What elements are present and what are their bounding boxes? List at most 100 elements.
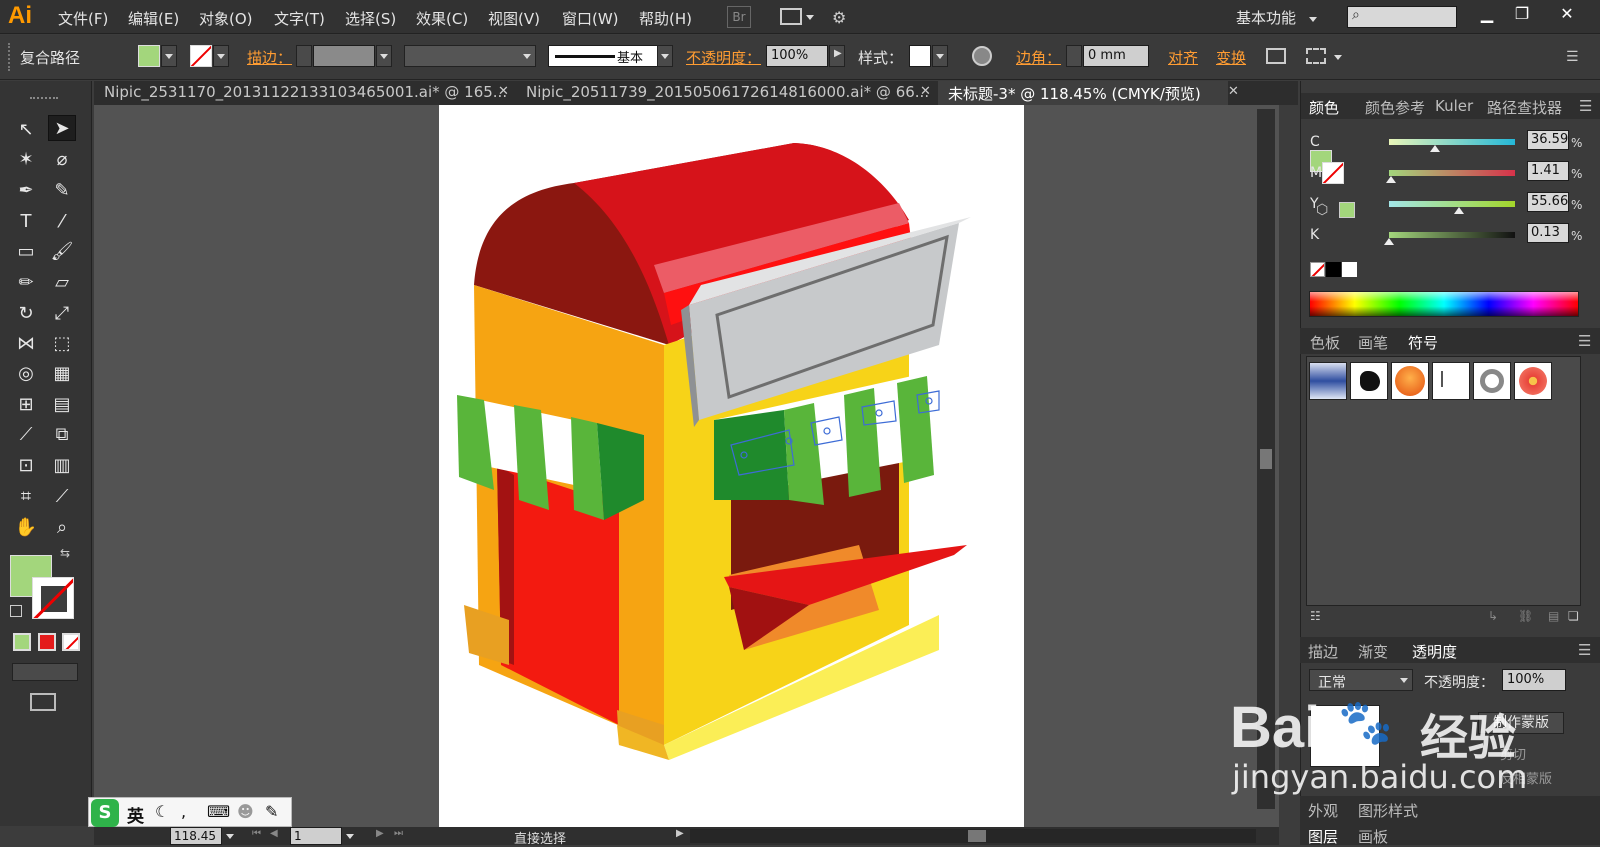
none-mode-button[interactable] [62,633,80,651]
corner-stepper[interactable] [1066,45,1082,67]
select-similar-icon[interactable] [1306,48,1326,64]
symbol-vertical-line[interactable] [1432,362,1470,400]
document-tab-2[interactable]: Nipic_20511739_20150506172614816000.ai* … [516,81,936,105]
restore-button[interactable]: ❐ [1507,4,1537,26]
paintbrush-tool-icon[interactable]: 🖌 [48,239,76,265]
tab-kuler[interactable]: Kuler [1435,97,1473,115]
previous-artboard-icon[interactable]: ◀ [270,828,278,839]
artboard-tool-icon[interactable]: ⌗ [12,484,40,510]
graphic-style-swatch[interactable] [909,45,931,67]
tab-transparency[interactable]: 透明度 [1412,641,1457,662]
symbol-red-flower[interactable] [1514,362,1552,400]
tab-layers[interactable]: 图层 [1308,826,1338,847]
yellow-value-field[interactable]: 55.66 [1527,192,1569,212]
menu-select[interactable]: 选择(S) [345,8,396,29]
magenta-value-field[interactable]: 1.41 [1527,161,1569,181]
ime-logo-icon[interactable]: S [91,799,119,827]
zoom-field[interactable]: 118.45 [170,827,222,845]
corner-radius-field[interactable]: 0 mm [1083,45,1149,67]
eraser-tool-icon[interactable]: ▱ [48,270,76,296]
next-artboard-icon[interactable]: ▶ [376,828,384,839]
gradient-mode-button[interactable] [38,633,56,651]
tab-color[interactable]: 颜色 [1309,97,1339,118]
lasso-tool-icon[interactable]: ⌀ [48,147,76,173]
scale-tool-icon[interactable]: ⤢ [48,301,76,327]
brush-dropdown-icon[interactable] [661,54,669,59]
document-tab-1[interactable]: Nipic_2531170_20131122133103465001.ai* @… [94,81,514,105]
last-artboard-icon[interactable]: ⏭ [394,828,403,839]
close-window-button[interactable]: ✕ [1552,4,1582,26]
stroke-dropdown-icon[interactable] [217,54,225,59]
symbol-options-icon[interactable]: ▤ [1548,609,1559,623]
place-symbol-icon[interactable]: ↳ [1488,609,1498,623]
selection-tool-icon[interactable]: ↖ [12,117,40,143]
transparency-panel-menu-icon[interactable]: ☰ [1578,641,1591,659]
control-bar-grip[interactable] [8,43,11,71]
eyedropper-tool-icon[interactable]: ⟋ [12,422,40,448]
black-value-field[interactable]: 0.13 [1527,223,1569,243]
style-dropdown-icon[interactable] [936,54,944,59]
tab-color-guide[interactable]: 颜色参考 [1365,97,1425,118]
menu-window[interactable]: 窗口(W) [562,8,619,29]
symbol-ink-splat[interactable] [1350,362,1388,400]
color-panel-menu-icon[interactable]: ☰ [1579,97,1592,115]
column-graph-tool-icon[interactable]: ▥ [48,453,76,479]
magenta-slider[interactable] [1389,170,1515,176]
fill-dropdown-icon[interactable] [165,54,173,59]
default-fill-stroke-icon[interactable] [10,605,22,617]
ime-fullwidth-icon[interactable]: ☾ [155,802,169,821]
cyan-slider[interactable] [1389,139,1515,145]
hand-tool-icon[interactable]: ✋ [12,515,40,541]
rotate-tool-icon[interactable]: ↻ [12,301,40,327]
ime-keyboard-icon[interactable]: ⌨ [207,802,230,821]
symbol-libraries-menu-icon[interactable]: ☷ [1310,609,1321,623]
swap-fill-stroke-icon[interactable]: ⇆ [60,546,70,560]
free-transform-tool-icon[interactable]: ⬚ [48,331,76,357]
screen-mode-icon[interactable] [30,693,56,711]
ime-language-toggle[interactable]: 英 [127,802,144,827]
menu-object[interactable]: 对象(O) [199,8,253,29]
align-link[interactable]: 对齐 [1168,47,1198,68]
gradient-tool-icon[interactable]: ▤ [48,392,76,418]
black-swatch[interactable] [1326,262,1341,277]
close-tab-2-icon[interactable]: ✕ [920,84,931,99]
stroke-color-box[interactable] [32,577,74,619]
cyan-slider-thumb[interactable] [1430,145,1441,152]
tools-panel-grip[interactable] [30,97,58,101]
tab-graphic-styles[interactable]: 图形样式 [1358,800,1418,821]
workspace-dropdown-icon[interactable] [1309,17,1317,22]
zoom-dropdown-icon[interactable] [226,834,234,839]
magic-wand-tool-icon[interactable]: ✶ [12,147,40,173]
perspective-grid-tool-icon[interactable]: ▦ [48,361,76,387]
opacity-label[interactable]: 不透明度： [686,47,761,68]
gpu-performance-icon[interactable]: ⚙ [832,8,858,28]
symbol-blue-banner[interactable] [1309,362,1347,400]
minimize-button[interactable]: ▁ [1472,4,1502,26]
brush-definition[interactable]: 基本 [548,45,672,67]
isolate-selected-icon[interactable] [1266,48,1286,64]
slice-tool-icon[interactable]: ⟋ [48,484,76,510]
none-swatch[interactable] [1310,262,1325,277]
control-panel-menu-icon[interactable]: ☰ [1566,49,1579,65]
ime-settings-icon[interactable]: ✎ [265,802,278,821]
zoom-tool-icon[interactable]: ⌕ [48,515,76,541]
menu-view[interactable]: 视图(V) [488,8,540,29]
line-segment-tool-icon[interactable]: ⁄ [48,209,76,235]
pen-tool-icon[interactable]: ✒ [12,178,40,204]
artboard[interactable] [439,105,1024,827]
symbol-orange-button[interactable] [1391,362,1429,400]
stroke-weight-stepper[interactable] [296,45,312,67]
yellow-slider-thumb[interactable] [1454,207,1465,214]
first-artboard-icon[interactable]: ⏮ [252,828,261,839]
blend-tool-icon[interactable]: ⧉ [48,422,76,448]
menu-effect[interactable]: 效果(C) [416,8,468,29]
artboard-number-field[interactable]: 1 [290,827,342,845]
black-slider-thumb[interactable] [1384,238,1395,245]
tab-gradient[interactable]: 渐变 [1358,641,1388,662]
arrange-documents-icon[interactable] [780,8,802,25]
width-tool-icon[interactable]: ⋈ [12,331,40,357]
kiosk-illustration[interactable] [439,105,1024,827]
workspace-switcher[interactable]: 基本功能 [1236,7,1296,28]
transparency-opacity-field[interactable]: 100% [1502,669,1566,691]
tab-appearance[interactable]: 外观 [1308,800,1338,821]
